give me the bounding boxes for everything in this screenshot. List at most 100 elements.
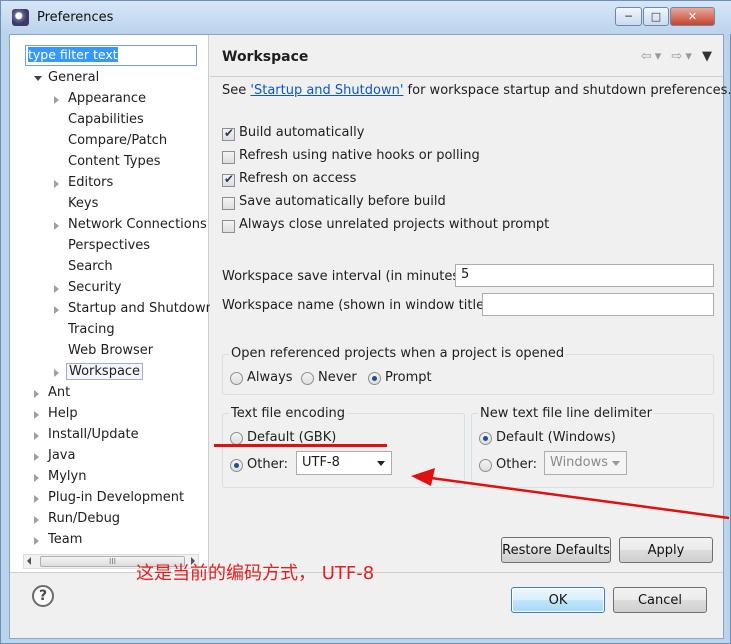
chevron-down-icon <box>377 461 385 466</box>
tree-item-perspectives[interactable]: Perspectives <box>54 238 150 258</box>
tree-item-team[interactable]: Team <box>34 532 82 552</box>
forward-menu-icon[interactable]: ▾ <box>685 49 695 64</box>
ok-button[interactable]: OK <box>511 587 605 613</box>
tree-item-label: Ant <box>48 385 71 400</box>
expand-icon[interactable] <box>54 96 59 104</box>
expand-icon[interactable] <box>34 390 39 398</box>
expand-icon[interactable] <box>54 222 59 230</box>
tree-item-install-update[interactable]: Install/Update <box>34 427 139 447</box>
encoding-select[interactable]: UTF-8 <box>296 451 392 475</box>
tree-item-capabilities[interactable]: Capabilities <box>54 112 144 132</box>
radio-prompt[interactable] <box>368 372 381 385</box>
tree-item-java[interactable]: Java <box>34 448 75 468</box>
checkbox-label: Refresh on access <box>239 171 357 186</box>
checkbox-label: Build automatically <box>239 125 365 140</box>
title-bar[interactable]: Preferences ─ □ ✕ <box>1 1 731 34</box>
tree-item-label: Network Connections <box>68 217 207 232</box>
expand-icon[interactable] <box>34 76 42 81</box>
radio-always-label: Always <box>247 370 293 385</box>
expand-icon[interactable] <box>34 474 39 482</box>
expand-icon[interactable] <box>54 180 59 188</box>
tree-item-workspace[interactable]: Workspace <box>54 363 144 384</box>
checkbox-label: Always close unrelated projects without … <box>239 217 550 232</box>
checkbox-build-automatically[interactable] <box>222 126 235 141</box>
expand-icon[interactable] <box>34 411 39 419</box>
back-menu-icon[interactable]: ▾ <box>655 49 665 64</box>
tree-item-ant[interactable]: Ant <box>34 385 70 405</box>
dialog-client: type filter text General Appearance Capabi… <box>9 34 731 639</box>
startup-shutdown-link[interactable]: 'Startup and Shutdown' <box>250 83 403 98</box>
close-button[interactable]: ✕ <box>670 7 715 26</box>
save-interval-label: Workspace save interval (in minutes): <box>222 269 469 284</box>
preference-tree-panel: type filter text General Appearance Capabi… <box>10 35 214 572</box>
tree-item-search[interactable]: Search <box>54 259 113 279</box>
expand-icon[interactable] <box>54 285 59 293</box>
minimize-button[interactable]: ─ <box>615 7 642 26</box>
tree-item-mylyn[interactable]: Mylyn <box>34 469 86 489</box>
open-referenced-label: Open referenced projects when a project … <box>229 346 567 361</box>
tree-item-plug-in-development[interactable]: Plug-in Development <box>34 490 184 510</box>
tree-item-appearance[interactable]: Appearance <box>54 91 146 111</box>
radio-never-label: Never <box>318 370 357 385</box>
maximize-button[interactable]: □ <box>643 7 669 26</box>
back-icon[interactable]: ⇦ <box>641 49 655 64</box>
checkbox-refresh-on-access[interactable] <box>222 172 235 187</box>
scroll-left-icon[interactable] <box>27 557 31 565</box>
tree-item-network-connections[interactable]: Network Connections <box>54 217 207 237</box>
checkbox-always-close-unrelated-projects-without-prompt[interactable] <box>222 220 235 233</box>
expand-icon[interactable] <box>34 453 39 461</box>
checkbox-save-automatically-before-build[interactable] <box>222 197 235 210</box>
encoding-other-label: Other: <box>247 457 289 472</box>
expand-icon[interactable] <box>34 495 39 503</box>
delimiter-default-label: Default (Windows) <box>496 430 616 445</box>
tree-item-security[interactable]: Security <box>54 280 121 300</box>
filter-input[interactable]: type filter text <box>25 45 197 66</box>
arrow-shaft <box>430 476 730 520</box>
tree-item-label: Install/Update <box>48 427 139 442</box>
tree-item-editors[interactable]: Editors <box>54 175 113 195</box>
encoding-label: Text file encoding <box>229 406 348 421</box>
forward-icon[interactable]: ⇨ <box>671 49 685 64</box>
tree-item-label: Workspace <box>66 363 144 380</box>
cancel-button[interactable]: Cancel <box>613 587 707 613</box>
tree-item-compare-patch[interactable]: Compare/Patch <box>54 133 167 153</box>
expand-icon[interactable] <box>34 432 39 440</box>
tree-item-web-browser[interactable]: Web Browser <box>54 343 153 363</box>
tree-item-tracing[interactable]: Tracing <box>54 322 115 342</box>
preferences-window: Preferences ─ □ ✕ type filter text Gener… <box>0 0 731 644</box>
tree-item-general[interactable]: General <box>34 70 99 90</box>
restore-defaults-button[interactable]: Restore Defaults <box>501 537 611 563</box>
tree-item-label: Editors <box>68 175 114 190</box>
tree-item-help[interactable]: Help <box>34 406 78 426</box>
checkbox-label: Refresh using native hooks or polling <box>239 148 480 163</box>
desc-prefix: See <box>222 83 251 98</box>
tree-item-label: Appearance <box>68 91 147 106</box>
annotation-underline <box>214 444 387 447</box>
encoding-other-radio[interactable] <box>230 459 243 472</box>
tree-item-label: Content Types <box>68 154 161 169</box>
radio-never[interactable] <box>301 372 314 385</box>
help-icon[interactable]: ? <box>32 585 54 607</box>
tree-item-startup-and-shutdown[interactable]: Startup and Shutdown <box>54 301 214 321</box>
checkbox-refresh-using-native-hooks-or-polling[interactable] <box>222 151 235 164</box>
tree-item-label: Web Browser <box>68 343 154 358</box>
desc-suffix: for workspace startup and shutdown prefe… <box>403 83 731 98</box>
expand-icon[interactable] <box>34 537 39 545</box>
delimiter-default-radio[interactable] <box>479 432 492 445</box>
workspace-name-input[interactable] <box>482 293 714 316</box>
expand-icon[interactable] <box>54 306 59 314</box>
expand-icon[interactable] <box>54 369 59 377</box>
view-menu-icon[interactable]: ▼ <box>702 49 715 64</box>
tree-item-run-debug[interactable]: Run/Debug <box>34 511 120 531</box>
save-interval-input[interactable]: 5 <box>455 264 714 287</box>
checkbox-label: Save automatically before build <box>239 194 446 209</box>
tree-item-label: Plug-in Development <box>48 490 185 505</box>
tree-item-keys[interactable]: Keys <box>54 196 98 216</box>
radio-always[interactable] <box>230 372 243 385</box>
apply-button[interactable]: Apply <box>619 537 713 563</box>
title-divider <box>210 76 723 77</box>
tree-item-label: Run/Debug <box>48 511 121 526</box>
tree-item-content-types[interactable]: Content Types <box>54 154 160 174</box>
arrow-head <box>411 468 435 486</box>
expand-icon[interactable] <box>34 516 39 524</box>
